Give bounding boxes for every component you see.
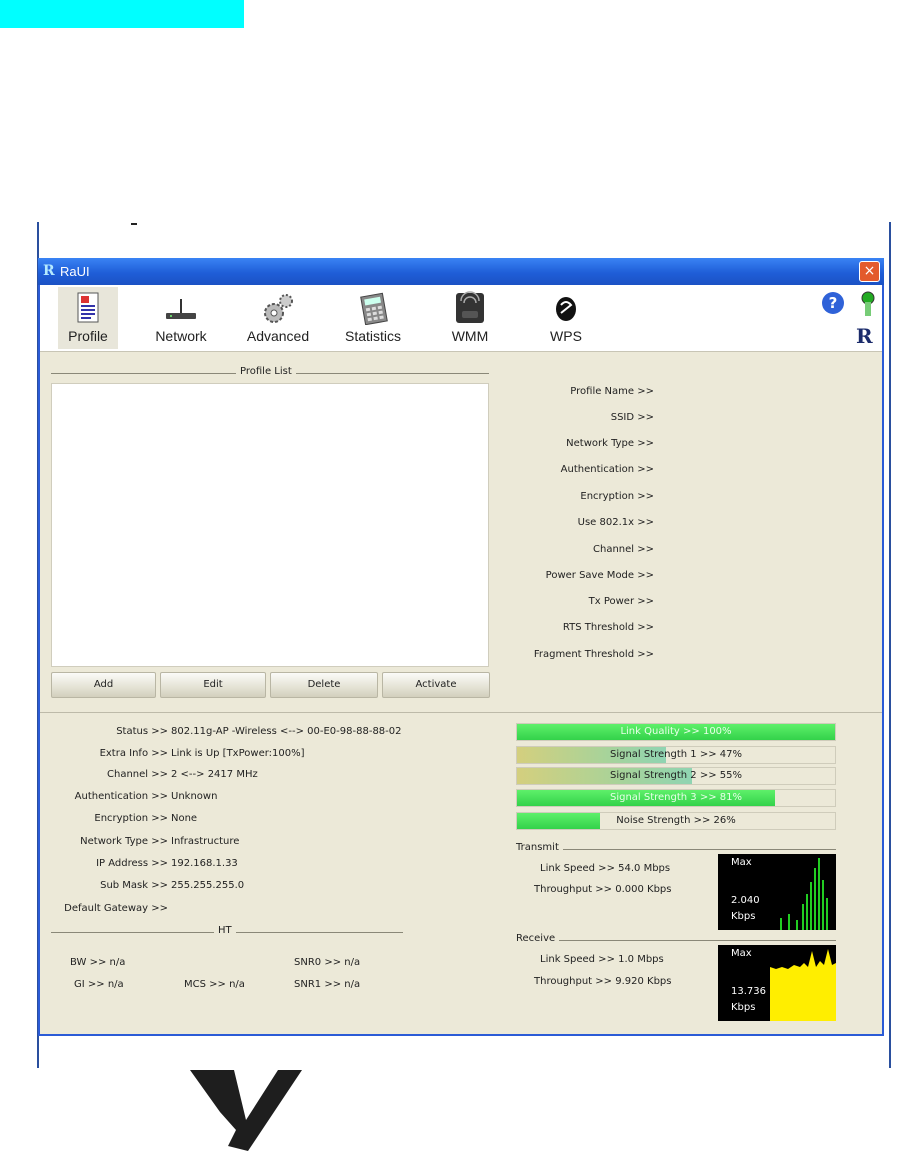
transmit-legend: Transmit bbox=[512, 842, 563, 853]
statistics-icon bbox=[353, 291, 393, 326]
about-icon[interactable] bbox=[856, 290, 880, 326]
mcs-value: MCS >> n/a bbox=[184, 979, 245, 990]
snr1-value: SNR1 >> n/a bbox=[294, 979, 361, 990]
tab-wps-label: WPS bbox=[550, 328, 582, 344]
status-channel-label: Channel >> bbox=[107, 769, 168, 780]
network-type-label: Network Type >> bbox=[566, 438, 654, 449]
bw-value: BW >> n/a bbox=[70, 957, 126, 968]
delete-button[interactable]: Delete bbox=[270, 672, 378, 698]
receive-throughput: Throughput >> 9.920 Kbps bbox=[534, 976, 672, 987]
advanced-icon bbox=[258, 291, 298, 325]
gi-value: GI >> n/a bbox=[74, 979, 124, 990]
tab-advanced[interactable]: Advanced bbox=[240, 291, 316, 344]
receive-graph-unit: Kbps bbox=[731, 1002, 756, 1013]
wmm-icon bbox=[450, 291, 490, 325]
status-encryption-value: None bbox=[171, 813, 198, 824]
receive-graph: Max 13.736 Kbps bbox=[718, 945, 836, 1021]
arrow-graphic bbox=[190, 1070, 302, 1151]
link-quality-meter: Link Quality >> 100% bbox=[516, 723, 836, 741]
status-value: 802.11g-AP -Wireless <--> 00-E0-98-88-88… bbox=[171, 726, 402, 737]
dash-mark bbox=[131, 223, 137, 225]
encryption-label: Encryption >> bbox=[580, 491, 654, 502]
help-icon[interactable]: ? bbox=[822, 292, 844, 314]
highlight-bar bbox=[0, 0, 244, 28]
tab-wmm[interactable]: WMM bbox=[440, 291, 500, 344]
receive-line bbox=[516, 940, 836, 941]
profile-name-label: Profile Name >> bbox=[570, 386, 654, 397]
snr0-value: SNR0 >> n/a bbox=[294, 957, 361, 968]
receive-link-speed: Link Speed >> 1.0 Mbps bbox=[540, 954, 664, 965]
network-icon bbox=[161, 291, 201, 325]
sub-mask-label: Sub Mask >> bbox=[100, 880, 168, 891]
transmit-graph-value: 2.040 bbox=[731, 895, 760, 906]
transmit-graph: Max 2.040 Kbps bbox=[718, 854, 836, 930]
receive-legend: Receive bbox=[512, 933, 560, 944]
transmit-throughput: Throughput >> 0.000 Kbps bbox=[534, 884, 672, 895]
add-button[interactable]: Add bbox=[51, 672, 156, 698]
transmit-line bbox=[516, 849, 836, 850]
tx-power-label: Tx Power >> bbox=[588, 596, 654, 607]
status-network-type-label: Network Type >> bbox=[80, 836, 168, 847]
receive-graph-value: 13.736 bbox=[731, 986, 766, 997]
receive-graph-max: Max bbox=[731, 948, 752, 959]
profile-list[interactable] bbox=[51, 383, 489, 667]
signal-strength-3-meter: Signal Strength 3 >> 81% bbox=[516, 789, 836, 807]
transmit-link-speed: Link Speed >> 54.0 Mbps bbox=[540, 863, 671, 874]
noise-strength-label: Noise Strength >> 26% bbox=[616, 815, 736, 826]
channel-label: Channel >> bbox=[593, 544, 654, 555]
tab-advanced-label: Advanced bbox=[246, 328, 310, 344]
status-authentication-label: Authentication >> bbox=[74, 791, 168, 802]
power-save-mode-label: Power Save Mode >> bbox=[545, 570, 654, 581]
tab-network[interactable]: Network bbox=[148, 291, 214, 344]
right-border-line bbox=[889, 222, 891, 1068]
use-8021x-label: Use 802.1x >> bbox=[577, 517, 654, 528]
transmit-graph-unit: Kbps bbox=[731, 911, 756, 922]
tab-wps[interactable]: WPS bbox=[536, 291, 596, 344]
status-channel-value: 2 <--> 2417 MHz bbox=[171, 769, 258, 780]
rts-threshold-label: RTS Threshold >> bbox=[562, 622, 654, 633]
authentication-label: Authentication >> bbox=[560, 464, 654, 475]
ralink-brand-icon: R bbox=[856, 324, 873, 348]
signal-strength-1-label: Signal Strength 1 >> 47% bbox=[609, 749, 743, 760]
profile-icon bbox=[68, 291, 108, 325]
window-title: RaUI bbox=[60, 264, 90, 279]
default-gateway-label: Default Gateway >> bbox=[64, 903, 168, 914]
signal-strength-2-meter: Signal Strength 2 >> 55% bbox=[516, 767, 836, 785]
signal-strength-1-meter: Signal Strength 1 >> 47% bbox=[516, 746, 836, 764]
tab-wmm-label: WMM bbox=[451, 328, 489, 344]
activate-button[interactable]: Activate bbox=[382, 672, 490, 698]
sub-mask-value: 255.255.255.0 bbox=[171, 880, 245, 891]
extra-info-label: Extra Info >> bbox=[99, 748, 168, 759]
title-bar[interactable] bbox=[38, 258, 884, 285]
tab-statistics-label: Statistics bbox=[344, 328, 401, 344]
close-button[interactable]: × bbox=[859, 261, 880, 282]
ht-legend: HT bbox=[214, 925, 236, 936]
extra-info-value: Link is Up [TxPower:100%] bbox=[171, 748, 305, 759]
ip-address-value: 192.168.1.33 bbox=[171, 858, 238, 869]
noise-strength-meter: Noise Strength >> 26% bbox=[516, 812, 836, 830]
status-authentication-value: Unknown bbox=[171, 791, 218, 802]
signal-strength-2-label: Signal Strength 2 >> 55% bbox=[609, 770, 743, 781]
tab-network-label: Network bbox=[155, 328, 207, 344]
fragment-threshold-label: Fragment Threshold >> bbox=[533, 649, 654, 660]
profile-list-legend: Profile List bbox=[236, 366, 296, 377]
ip-address-label: IP Address >> bbox=[96, 858, 168, 869]
tab-profile[interactable]: Profile bbox=[58, 287, 118, 349]
ralink-logo-icon: R bbox=[43, 263, 55, 279]
section-divider bbox=[40, 712, 882, 713]
ssid-label: SSID >> bbox=[610, 412, 654, 423]
signal-strength-3-label: Signal Strength 3 >> 81% bbox=[609, 792, 743, 803]
link-quality-label: Link Quality >> 100% bbox=[620, 726, 732, 737]
status-label: Status >> bbox=[116, 726, 168, 737]
status-network-type-value: Infrastructure bbox=[171, 836, 240, 847]
status-encryption-label: Encryption >> bbox=[94, 813, 168, 824]
edit-button[interactable]: Edit bbox=[160, 672, 266, 698]
transmit-graph-max: Max bbox=[731, 857, 752, 868]
tab-statistics[interactable]: Statistics bbox=[336, 291, 410, 344]
wps-icon bbox=[546, 291, 586, 325]
tab-profile-label: Profile bbox=[68, 328, 108, 344]
